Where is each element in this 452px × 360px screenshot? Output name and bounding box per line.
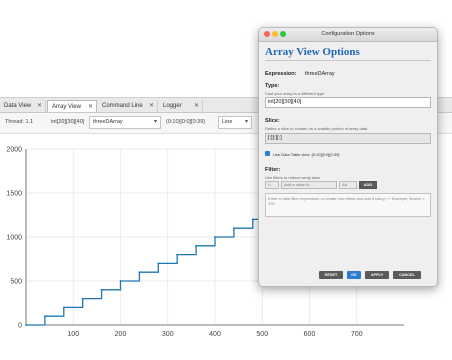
tab-label: Array View xyxy=(52,104,81,110)
series-point xyxy=(44,315,46,318)
tab-logger[interactable]: Logger ✕ xyxy=(159,100,203,112)
y-tick-label: 1000 xyxy=(6,235,22,242)
close-icon[interactable]: ✕ xyxy=(88,101,93,113)
dialog-heading: Array View Options xyxy=(265,46,360,58)
series-point xyxy=(233,227,235,230)
series-point xyxy=(157,262,160,265)
close-icon[interactable]: ✕ xyxy=(194,100,199,112)
y-tick-label: 0 xyxy=(18,323,22,330)
x-tick-label: 400 xyxy=(209,331,221,338)
series-point xyxy=(100,288,103,291)
x-tick-label: 700 xyxy=(351,331,363,338)
type-hint: Cast your array to a different type xyxy=(265,91,325,96)
series-point xyxy=(251,218,254,221)
filter-operator-select[interactable]: != xyxy=(265,181,279,189)
data-table-checkbox-label: Use Data Table view: [0:10][0:0][0:39] xyxy=(273,152,340,157)
tab-label: Logger xyxy=(163,103,182,109)
expression-select[interactable]: threeDArray ▾ xyxy=(89,116,161,129)
dialog-titlebar: Configuration Options xyxy=(259,28,437,42)
series-point xyxy=(119,280,122,282)
tab-label: Data View xyxy=(4,103,32,109)
type-label: int[20][30][40] xyxy=(51,119,85,125)
expression-value: threeDArray xyxy=(93,119,123,125)
series-point xyxy=(214,236,216,238)
series-point xyxy=(176,253,179,256)
y-tick-label: 500 xyxy=(10,279,22,286)
dialog-window-title: Configuration Options xyxy=(321,31,375,37)
thread-label: Thread: 1.1 xyxy=(5,119,34,125)
filter-logic-select[interactable]: AA xyxy=(339,181,357,189)
ok-button[interactable]: OK xyxy=(347,271,361,279)
slice-label: (0:10)[0:0][0:39] xyxy=(166,119,205,125)
series-point xyxy=(25,324,27,326)
series-point xyxy=(62,306,65,309)
cancel-button[interactable]: CANCEL xyxy=(393,271,421,279)
x-tick-label: 300 xyxy=(162,331,174,338)
filter-hint: Use filters to reduce array data xyxy=(265,175,320,180)
apply-button[interactable]: APPLY xyxy=(365,271,389,279)
x-tick-label: 600 xyxy=(304,331,316,338)
slice-input[interactable]: [:][:][:] xyxy=(265,133,431,144)
close-icon[interactable]: ✕ xyxy=(149,100,154,112)
expression-value: threeDArray xyxy=(305,71,335,77)
expression-label: Expression: xyxy=(265,71,297,77)
series-point xyxy=(195,244,198,247)
tab-command-line[interactable]: Command Line ✕ xyxy=(98,100,158,112)
view-mode-value: Line xyxy=(222,119,233,125)
x-tick-label: 100 xyxy=(67,331,79,338)
filter-label: Filter: xyxy=(265,167,281,173)
chevron-down-icon: ▾ xyxy=(153,119,157,125)
configuration-dialog: Configuration Options Array View Options… xyxy=(258,27,438,287)
x-tick-label: 200 xyxy=(115,331,127,338)
data-table-checkbox[interactable] xyxy=(265,151,270,156)
tab-label: Command Line xyxy=(102,103,143,109)
filter-value-input[interactable]: Add a value to ... xyxy=(281,181,337,189)
x-tick-label: 500 xyxy=(256,331,268,338)
y-tick-label: 1500 xyxy=(6,191,22,198)
filter-expression-textarea[interactable]: Enter a valid filter expression or creat… xyxy=(265,193,431,217)
tab-data-view[interactable]: Data View ✕ xyxy=(0,100,46,112)
series-line xyxy=(26,218,272,326)
series-point xyxy=(138,271,141,274)
tab-array-view[interactable]: Array View ✕ xyxy=(47,100,97,112)
divider xyxy=(265,60,431,61)
type-input[interactable]: int[20][30][40] xyxy=(265,97,431,108)
reset-button[interactable]: RESET xyxy=(319,271,343,279)
close-icon[interactable]: ✕ xyxy=(37,100,42,112)
slice-label: Slice: xyxy=(265,118,280,124)
slice-hint: Define a slice to contain on a smaller p… xyxy=(265,126,368,131)
filter-add-button[interactable]: ADD xyxy=(359,181,377,189)
series-point xyxy=(81,297,84,300)
y-tick-label: 2000 xyxy=(6,147,22,154)
chevron-down-icon: ▾ xyxy=(244,119,248,125)
type-label: Type: xyxy=(265,83,280,89)
view-mode-select[interactable]: Line ▾ xyxy=(218,116,252,129)
